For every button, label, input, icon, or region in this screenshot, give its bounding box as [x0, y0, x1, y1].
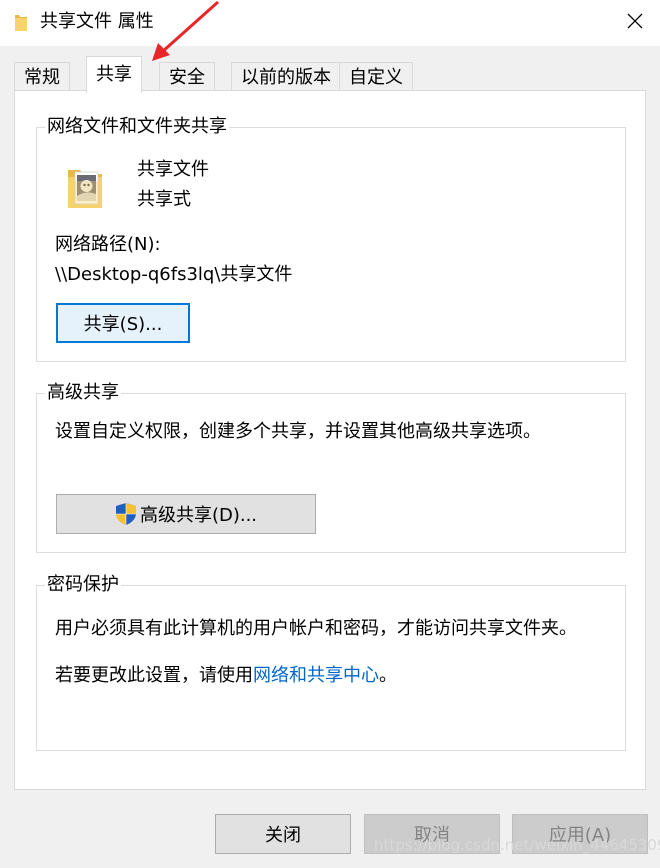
shared-folder-icon	[66, 166, 104, 210]
close-button[interactable]	[612, 0, 658, 46]
hint-prefix: 若要更改此设置，请使用	[55, 665, 253, 686]
group-title: 密码保护	[45, 573, 121, 597]
close-dialog-button[interactable]: 关闭	[215, 814, 351, 854]
sharing-tab-panel: 网络文件和文件夹共享 共享文件 共享式 网络路径(N): \\Desktop-q…	[14, 90, 646, 790]
advanced-sharing-description: 设置自定义权限，创建多个共享，并设置其他高级共享选项。	[55, 421, 541, 442]
advanced-sharing-group: 高级共享 设置自定义权限，创建多个共享，并设置其他高级共享选项。 高级共享(D)…	[36, 381, 626, 553]
network-path-value: \\Desktop-q6fs3lq\共享文件	[55, 264, 293, 285]
hint-suffix: 。	[379, 665, 397, 686]
folder-name: 共享文件	[137, 159, 209, 180]
close-icon	[627, 13, 643, 29]
password-protection-group: 密码保护 用户必须具有此计算机的用户帐户和密码，才能访问共享文件夹。 若要更改此…	[36, 573, 626, 751]
uac-shield-icon	[115, 502, 137, 526]
watermark: https://blog.csdn.net/weixin_44645309	[374, 836, 660, 854]
tab-customize[interactable]: 自定义	[339, 62, 413, 91]
network-path-label: 网络路径(N):	[55, 234, 161, 255]
title-bar: 共享文件 属性	[0, 0, 660, 46]
tab-sharing[interactable]: 共享	[86, 56, 142, 93]
share-status: 共享式	[137, 189, 191, 210]
tab-previous-versions[interactable]: 以前的版本	[231, 62, 341, 91]
group-title: 网络文件和文件夹共享	[45, 115, 229, 139]
window-title: 共享文件 属性	[40, 11, 154, 32]
network-sharing-center-link[interactable]: 网络和共享中心	[253, 665, 379, 686]
password-protection-info: 用户必须具有此计算机的用户帐户和密码，才能访问共享文件夹。	[55, 618, 577, 639]
advanced-sharing-button[interactable]: 高级共享(D)...	[56, 494, 316, 534]
tab-general[interactable]: 常规	[14, 62, 70, 91]
share-button[interactable]: 共享(S)...	[56, 303, 190, 343]
group-title: 高级共享	[45, 381, 121, 405]
advanced-sharing-button-label: 高级共享(D)...	[139, 505, 258, 526]
network-sharing-group: 网络文件和文件夹共享 共享文件 共享式 网络路径(N): \\Desktop-q…	[36, 115, 626, 362]
folder-icon	[14, 12, 28, 32]
password-protection-hint: 若要更改此设置，请使用网络和共享中心。	[55, 664, 397, 688]
annotation-arrow-icon	[152, 0, 219, 61]
